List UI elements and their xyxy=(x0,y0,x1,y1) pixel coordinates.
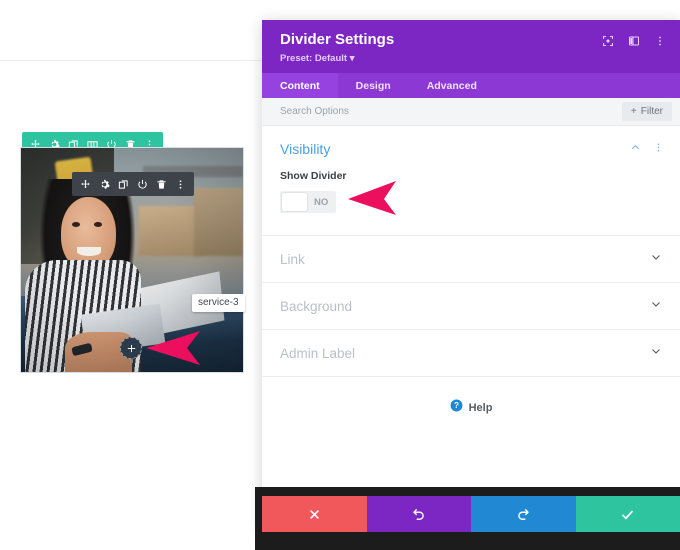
section-visibility-title: Visibility xyxy=(280,141,331,157)
show-divider-toggle-value: NO xyxy=(314,196,329,208)
help-row[interactable]: ? Help xyxy=(262,376,680,417)
undo-icon xyxy=(412,508,424,520)
help-icon: ? xyxy=(450,399,463,417)
focus-icon[interactable] xyxy=(602,35,614,47)
section-visibility-header[interactable]: Visibility xyxy=(262,126,680,170)
cancel-button[interactable] xyxy=(262,496,367,532)
modal-footer-actions xyxy=(262,496,680,532)
show-divider-toggle[interactable]: NO xyxy=(280,191,336,213)
chevron-up-icon[interactable] xyxy=(630,140,641,158)
section-admin-label-title: Admin Label xyxy=(280,345,356,361)
redo-icon xyxy=(518,508,530,520)
chevron-down-icon[interactable] xyxy=(650,250,662,268)
power-icon[interactable] xyxy=(133,172,152,196)
module-name-tooltip: service-3 xyxy=(192,294,245,312)
help-label: Help xyxy=(468,402,493,414)
toggle-knob xyxy=(282,193,307,211)
tab-content[interactable]: Content xyxy=(262,73,338,98)
plus-icon: + xyxy=(630,106,637,117)
divider-settings-modal: Divider Settings Preset: Default ▾ Conte… xyxy=(262,20,680,530)
tab-design[interactable]: Design xyxy=(338,73,409,98)
more-options-icon[interactable] xyxy=(654,35,666,47)
modal-header-actions xyxy=(602,31,666,47)
redo-button[interactable] xyxy=(471,496,576,532)
arrow-pointing-to-add-module-button xyxy=(146,331,200,365)
modal-tabs: Content Design Advanced xyxy=(262,73,680,98)
filter-button[interactable]: + Filter xyxy=(621,102,672,121)
module-toolbar[interactable] xyxy=(72,172,194,196)
settings-panel-body: Visibility Show Divider NO Link Backgrou… xyxy=(262,126,680,530)
trash-icon[interactable] xyxy=(152,172,171,196)
section-background-title: Background xyxy=(280,298,353,314)
preset-label: Preset: Default xyxy=(280,53,348,64)
search-options-bar: Search Options + Filter xyxy=(262,98,680,126)
chevron-down-icon[interactable] xyxy=(650,297,662,315)
arrow-pointing-to-show-divider-toggle xyxy=(348,181,396,215)
section-admin-label[interactable]: Admin Label xyxy=(262,329,680,376)
add-module-button[interactable] xyxy=(120,337,142,359)
section-link-title: Link xyxy=(280,251,305,267)
more-options-icon[interactable] xyxy=(171,172,190,196)
svg-text:?: ? xyxy=(454,401,459,410)
plus-icon xyxy=(127,344,135,352)
page-title: Divider Settings xyxy=(280,31,395,48)
section-visibility: Visibility Show Divider NO xyxy=(262,126,680,235)
undo-button[interactable] xyxy=(366,496,471,532)
move-icon[interactable] xyxy=(76,172,95,196)
save-button[interactable] xyxy=(575,496,680,532)
field-show-divider-label: Show Divider xyxy=(280,170,347,182)
field-show-divider: Show Divider NO xyxy=(262,170,680,235)
modal-header: Divider Settings Preset: Default ▾ xyxy=(262,20,680,73)
check-icon xyxy=(622,509,634,520)
layout-icon[interactable] xyxy=(628,35,640,47)
duplicate-icon[interactable] xyxy=(114,172,133,196)
screen: service-3 Divider Settings Preset: Defau… xyxy=(0,0,680,550)
chevron-down-icon[interactable] xyxy=(650,344,662,362)
tab-advanced[interactable]: Advanced xyxy=(409,73,495,98)
section-link[interactable]: Link xyxy=(262,235,680,282)
more-options-icon[interactable] xyxy=(653,140,664,158)
close-icon xyxy=(309,509,319,519)
section-background[interactable]: Background xyxy=(262,282,680,329)
canvas-divider-rule xyxy=(0,60,262,61)
preset-selector[interactable]: Preset: Default ▾ xyxy=(280,53,394,64)
gear-icon[interactable] xyxy=(95,172,114,196)
search-input[interactable]: Search Options xyxy=(280,106,349,117)
chevron-down-icon: ▾ xyxy=(349,53,355,64)
filter-button-label: Filter xyxy=(640,106,663,117)
